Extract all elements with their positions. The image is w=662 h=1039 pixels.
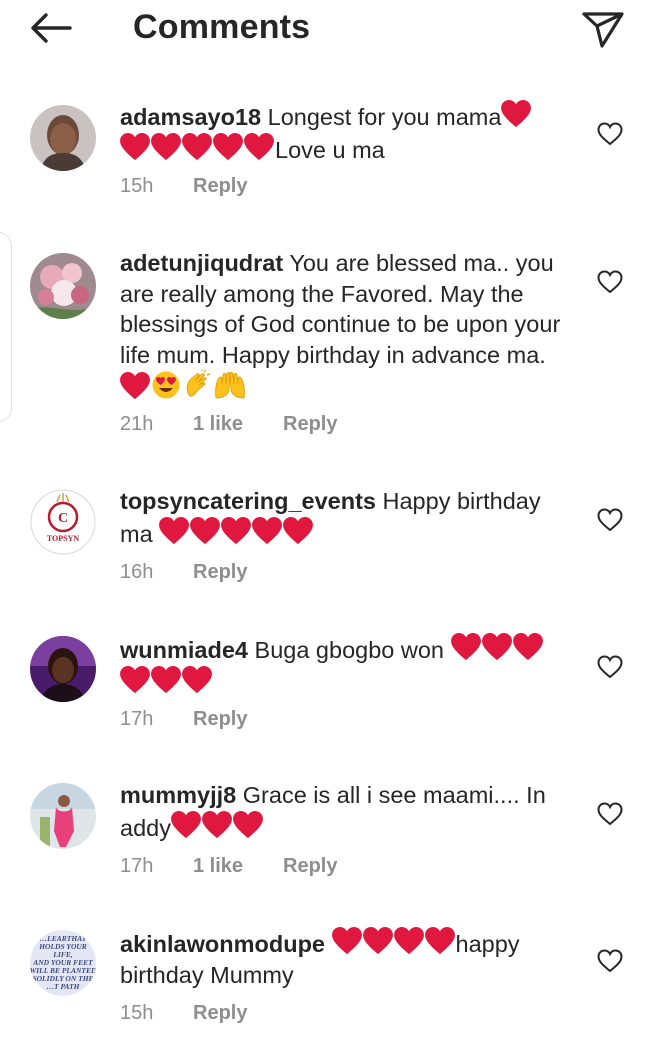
red-heart-emoji	[513, 633, 543, 661]
red-heart-emoji	[182, 666, 212, 694]
heart-outline-icon[interactable]	[597, 949, 623, 975]
comment-text: akinlawonmodupe happy birthday Mummy	[120, 927, 575, 990]
comment-username[interactable]: adetunjiqudrat	[120, 250, 283, 276]
comment-time: 21h	[120, 413, 154, 435]
svg-text:C: C	[58, 511, 68, 526]
raised-hands-emoji	[215, 372, 245, 399]
reply-button[interactable]: Reply	[193, 561, 247, 584]
red-heart-emoji	[202, 811, 232, 839]
red-heart-emoji	[252, 517, 282, 545]
comment-username[interactable]: mummyjj8	[120, 782, 236, 808]
avatar[interactable]	[30, 105, 96, 171]
comment-likes[interactable]: 1 like	[193, 413, 283, 436]
red-heart-emoji	[482, 633, 512, 661]
reply-button[interactable]: Reply	[283, 413, 337, 436]
header: Comments	[0, 0, 662, 60]
avatar[interactable]	[30, 783, 96, 849]
heart-outline-icon[interactable]	[597, 802, 623, 828]
comment-username[interactable]: akinlawonmodupe	[120, 931, 325, 957]
comment-meta: 15h Reply	[120, 1002, 247, 1025]
red-heart-emoji	[120, 372, 150, 400]
red-heart-emoji	[425, 927, 455, 955]
heart-outline-icon[interactable]	[597, 508, 623, 534]
heart-eyes-emoji	[152, 371, 180, 399]
comment-username[interactable]: adamsayo18	[120, 104, 261, 130]
red-heart-emoji	[394, 927, 424, 955]
heart-outline-icon[interactable]	[597, 270, 623, 296]
red-heart-emoji	[151, 666, 181, 694]
comment-time: 17h	[120, 855, 154, 877]
red-heart-emoji	[233, 811, 263, 839]
red-heart-emoji	[363, 927, 393, 955]
avatar-quote-line: …T PATH	[47, 982, 81, 991]
send-icon[interactable]	[580, 8, 626, 50]
comment-body-continued: Love u ma	[275, 136, 385, 163]
red-heart-emoji	[120, 133, 150, 161]
comment-time: 17h	[120, 708, 154, 730]
comment-body: Longest for you mama	[267, 104, 502, 130]
reply-button[interactable]: Reply	[193, 708, 247, 731]
red-heart-emoji	[171, 811, 201, 839]
comment-text: mummyjj8 Grace is all i see maami.... In…	[120, 780, 575, 843]
red-heart-emoji	[244, 133, 274, 161]
comment-meta: 17h Reply	[120, 708, 247, 731]
red-heart-emoji	[221, 517, 251, 545]
heart-outline-icon[interactable]	[597, 122, 623, 148]
avatar-logo-text: TOPSYN	[47, 534, 80, 543]
red-heart-emoji	[213, 133, 243, 161]
reply-button[interactable]: Reply	[283, 855, 337, 878]
clapping-hands-emoji	[186, 370, 211, 397]
comment-body: Buga gbogbo won	[254, 637, 444, 663]
comment-time: 16h	[120, 561, 154, 583]
side-edge-tab[interactable]	[0, 232, 12, 422]
comment-meta: 16h Reply	[120, 561, 247, 584]
comment-time: 15h	[120, 175, 154, 197]
reply-button[interactable]: Reply	[193, 1002, 247, 1025]
avatar[interactable]	[30, 253, 96, 319]
avatar[interactable]: …LEARTHAT HOLDS YOUR LIFE, AND YOUR FEET…	[30, 930, 96, 996]
red-heart-emoji	[182, 133, 212, 161]
comment-text: adetunjiqudrat You are blessed ma.. you …	[120, 248, 575, 405]
red-heart-emoji	[332, 927, 362, 955]
red-heart-emoji	[451, 633, 481, 661]
comment-text: wunmiade4 Buga gbogbo won	[120, 633, 575, 698]
red-heart-emoji	[501, 100, 531, 128]
avatar[interactable]	[30, 636, 96, 702]
comment-meta: 17h 1 like Reply	[120, 855, 337, 878]
comment-text: topsyncatering_events Happy birthday ma	[120, 486, 575, 549]
heart-outline-icon[interactable]	[597, 655, 623, 681]
comment-username[interactable]: topsyncatering_events	[120, 488, 376, 514]
red-heart-emoji	[120, 666, 150, 694]
red-heart-emoji	[159, 517, 189, 545]
comment-meta: 21h 1 like Reply	[120, 413, 337, 436]
reply-button[interactable]: Reply	[193, 175, 247, 198]
red-heart-emoji	[151, 133, 181, 161]
back-arrow-icon[interactable]	[28, 10, 76, 46]
red-heart-emoji	[190, 517, 220, 545]
comment-text: adamsayo18 Longest for you mama Love u m…	[120, 100, 575, 165]
avatar[interactable]: C TOPSYN	[30, 489, 96, 555]
comment-username[interactable]: wunmiade4	[120, 637, 248, 663]
page-title: Comments	[133, 8, 311, 46]
comment-time: 15h	[120, 1002, 154, 1024]
comment-likes[interactable]: 1 like	[193, 855, 283, 878]
red-heart-emoji	[283, 517, 313, 545]
comment-meta: 15h Reply	[120, 175, 247, 198]
